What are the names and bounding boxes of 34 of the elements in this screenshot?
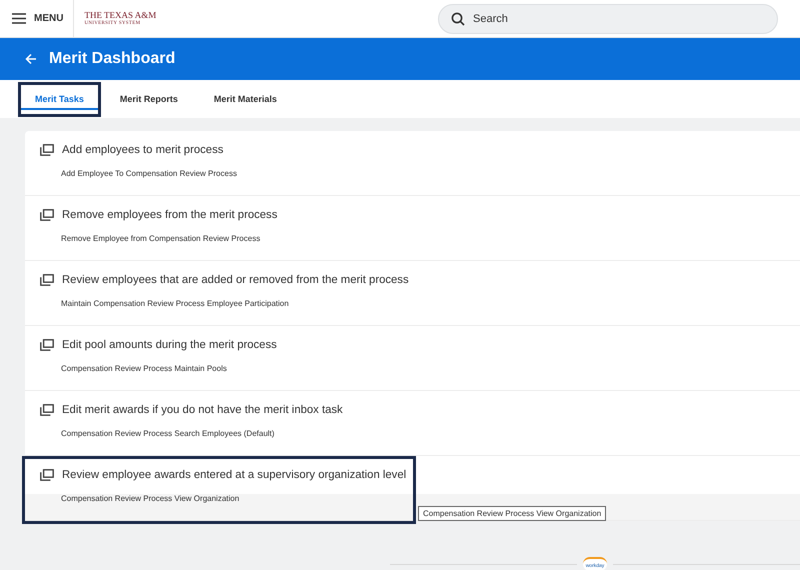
window-icon: [40, 469, 54, 481]
window-icon: [40, 274, 54, 286]
window-icon: [40, 339, 54, 351]
task-subtitle: Compensation Review Process Maintain Pools: [61, 364, 227, 373]
task-subtitle: Compensation Review Process Search Employees (Default): [61, 429, 274, 438]
search-field[interactable]: Search: [438, 4, 778, 34]
menu-button[interactable]: MENU: [0, 0, 74, 37]
task-title: Review employees that are added or removed from the merit process: [62, 274, 409, 286]
task-item[interactable]: Review employee awards entered at a supervisory organization level Compensation Review Process View Organization Compensation Review Process View Organization: [25, 456, 800, 521]
tab[interactable]: Merit Materials: [196, 82, 294, 116]
task-subtitle: Remove Employee from Compensation Review Process: [61, 234, 260, 243]
window-icon: [40, 404, 54, 416]
task-title: Add employees to merit process: [62, 144, 224, 156]
task-title: Remove employees from the merit process: [62, 209, 278, 221]
task-item[interactable]: Edit pool amounts during the merit process Compensation Review Process Maintain Pools: [25, 326, 800, 391]
task-title: Review employee awards entered at a supervisory organization level: [62, 469, 406, 481]
search-icon: [451, 12, 465, 26]
window-icon: [40, 144, 54, 156]
task-item[interactable]: Review employees that are added or removed from the merit process Maintain Compensation Review Process Employee Participation: [25, 261, 800, 326]
task-item[interactable]: Edit merit awards if you do not have the merit inbox task Compensation Review Process Search Employees (Default): [25, 391, 800, 456]
tab[interactable]: Merit Reports: [102, 82, 195, 116]
task-item[interactable]: Add employees to merit process Add Employee To Compensation Review Process: [25, 131, 800, 196]
task-title: Edit pool amounts during the merit process: [62, 339, 277, 351]
task-subtitle: Maintain Compensation Review Process Employee Participation: [61, 299, 289, 308]
task-item[interactable]: Remove employees from the merit process Remove Employee from Compensation Review Process: [25, 196, 800, 261]
window-icon: [40, 209, 54, 221]
task-title: Edit merit awards if you do not have the merit inbox task: [62, 404, 343, 416]
task-subtitle: Add Employee To Compensation Review Process: [61, 169, 237, 178]
page-title: Merit Dashboard: [49, 50, 176, 68]
menu-icon: [12, 13, 26, 24]
tooltip: Compensation Review Process View Organization: [418, 506, 606, 521]
back-arrow-icon[interactable]: [25, 53, 37, 65]
task-subtitle: Compensation Review Process View Organization: [61, 494, 240, 503]
tab[interactable]: Merit Tasks: [18, 82, 101, 116]
